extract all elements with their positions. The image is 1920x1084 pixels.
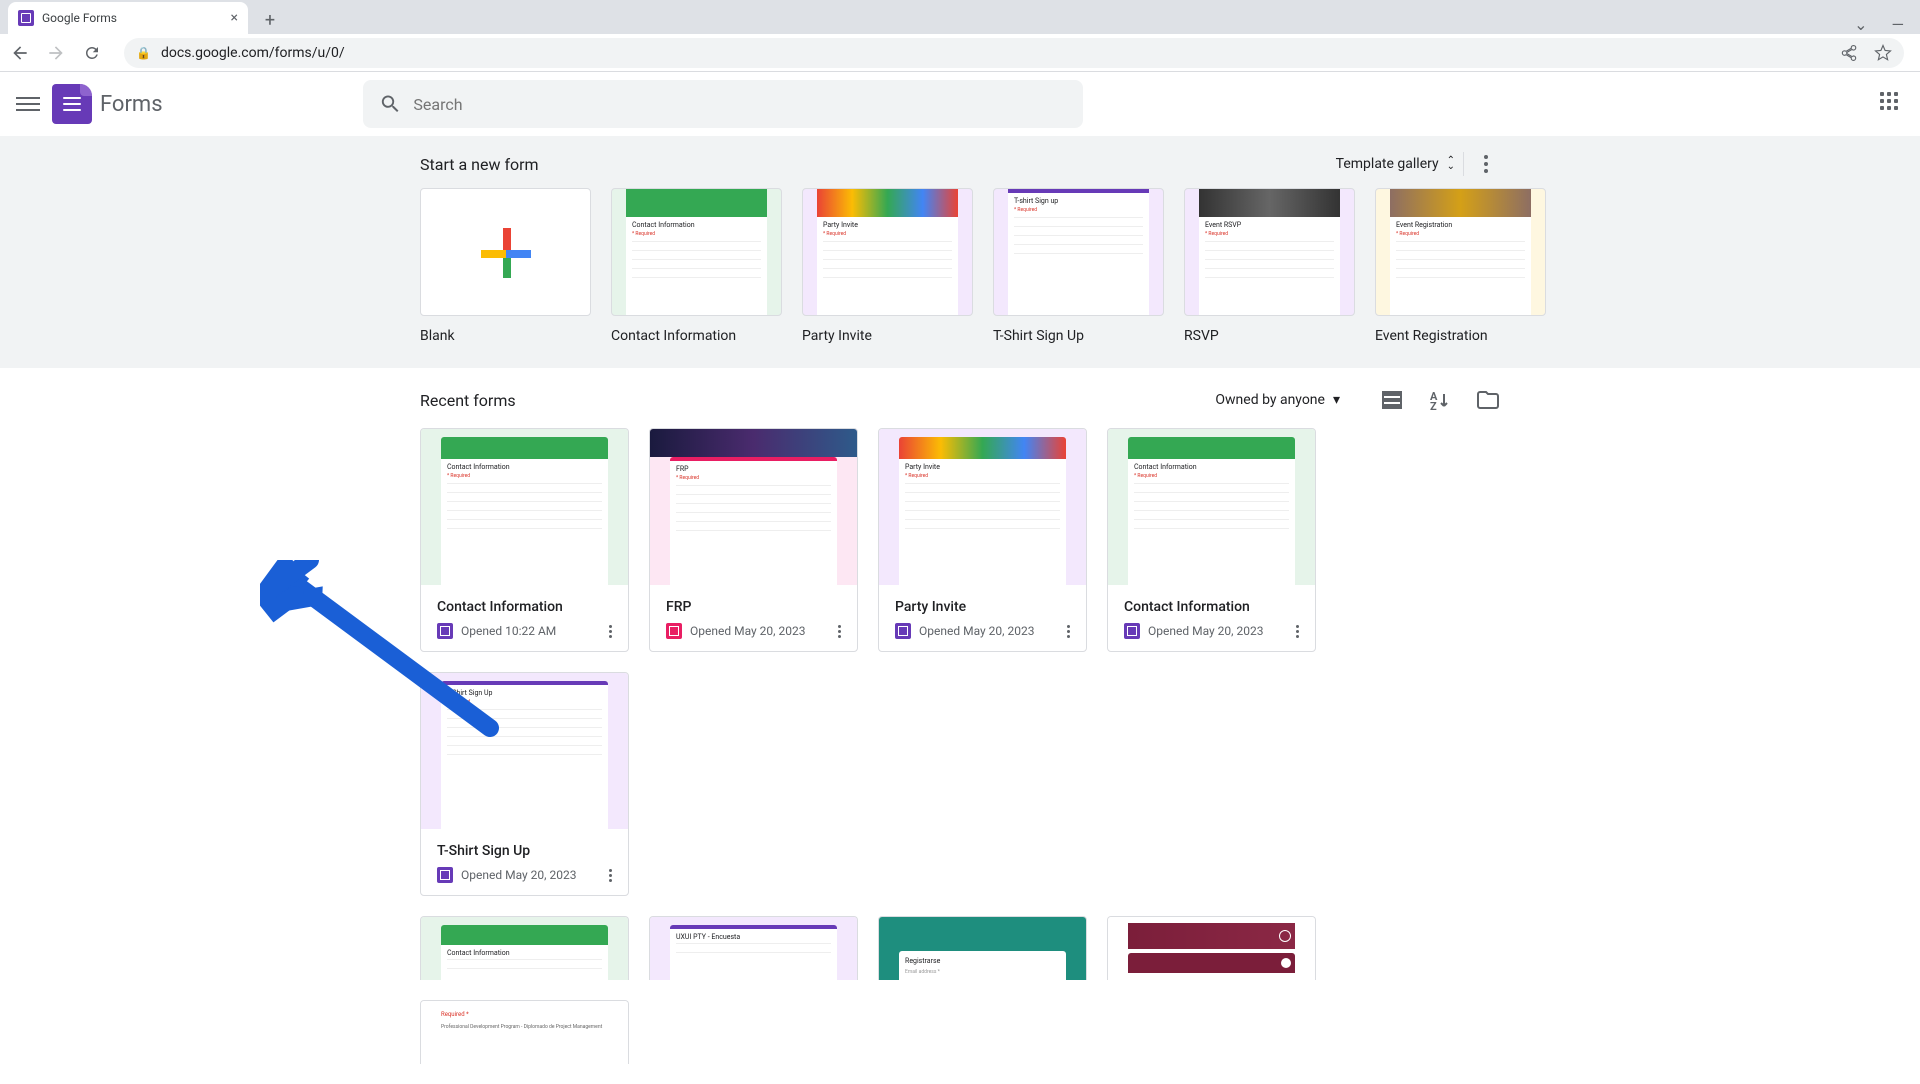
back-button[interactable]	[8, 41, 32, 65]
form-type-icon	[437, 623, 453, 639]
form-title: Contact Information	[1124, 599, 1299, 615]
form-more-button[interactable]	[838, 625, 841, 638]
templates-more-button[interactable]	[1472, 155, 1500, 173]
form-date: Opened 10:22 AM	[461, 624, 601, 638]
search-input[interactable]	[413, 95, 1066, 114]
forward-button[interactable]	[44, 41, 68, 65]
template-label: Event Registration	[1375, 328, 1546, 344]
form-date: Opened May 20, 2023	[690, 624, 830, 638]
template-label: T-Shirt Sign Up	[993, 328, 1164, 344]
sort-button[interactable]: AZ	[1428, 388, 1452, 412]
new-tab-button[interactable]: +	[256, 6, 284, 34]
form-more-button[interactable]	[609, 625, 612, 638]
search-icon	[379, 92, 402, 116]
expand-icon: ⌃⌄	[1447, 158, 1455, 170]
recent-form-card[interactable]: UXUI PTY - Encuesta	[649, 916, 858, 980]
app-header: Forms	[0, 72, 1920, 136]
url-text: docs.google.com/forms/u/0/	[161, 45, 345, 61]
owner-filter-dropdown[interactable]: Owned by anyone ▾	[1215, 392, 1340, 408]
template-card[interactable]: Event RSVP* RequiredRSVP	[1184, 188, 1355, 344]
form-date: Opened May 20, 2023	[919, 624, 1059, 638]
main-menu-button[interactable]	[16, 92, 40, 116]
form-date: Opened May 20, 2023	[1148, 624, 1288, 638]
form-title: FRP	[666, 599, 841, 615]
recent-form-card[interactable]: Contact Information * Required Contact I…	[420, 428, 629, 652]
share-icon[interactable]	[1840, 44, 1858, 62]
recent-form-card[interactable]: FRP * Required FRP Opened May 20, 2023	[649, 428, 858, 652]
reload-button[interactable]	[80, 41, 104, 65]
browser-chrome: Google Forms × + ⌄ — 🔒 docs.google.com/f…	[0, 0, 1920, 72]
svg-text:Z: Z	[1430, 400, 1437, 412]
form-type-icon	[437, 867, 453, 883]
template-label: Party Invite	[802, 328, 973, 344]
recent-form-card[interactable]: Required *Professional Development Progr…	[420, 1000, 629, 1064]
form-title: Party Invite	[895, 599, 1070, 615]
form-title: T-Shirt Sign Up	[437, 843, 612, 859]
form-more-button[interactable]	[609, 869, 612, 882]
recent-form-card[interactable]: Party Invite * Required Party Invite Ope…	[878, 428, 1087, 652]
folder-button[interactable]	[1476, 388, 1500, 412]
app-name: Forms	[100, 92, 163, 117]
tab-strip: Google Forms × + ⌄ —	[0, 0, 1920, 34]
form-type-icon	[666, 623, 682, 639]
recent-form-card[interactable]: Contact Information	[420, 916, 629, 980]
template-label: RSVP	[1184, 328, 1355, 344]
template-label: Blank	[420, 328, 591, 344]
form-title: Contact Information	[437, 599, 612, 615]
lock-icon: 🔒	[136, 46, 151, 60]
form-more-button[interactable]	[1067, 625, 1070, 638]
recent-form-card[interactable]: T-Shirt Sign Up * Required T-Shirt Sign …	[420, 672, 629, 896]
browser-tab[interactable]: Google Forms ×	[8, 2, 248, 34]
form-date: Opened May 20, 2023	[461, 868, 601, 882]
template-card[interactable]: Party Invite* RequiredParty Invite	[802, 188, 973, 344]
recent-section: Recent forms Owned by anyone ▾ AZ	[0, 368, 1920, 1084]
close-tab-icon[interactable]: ×	[231, 10, 238, 26]
recent-heading: Recent forms	[420, 391, 516, 410]
tabs-dropdown-icon[interactable]: ⌄	[1854, 15, 1867, 34]
template-card[interactable]: Blank	[420, 188, 591, 344]
template-label: Contact Information	[611, 328, 782, 344]
minimize-icon[interactable]: —	[1892, 15, 1905, 34]
window-controls: ⌄ —	[1854, 15, 1920, 34]
url-bar: 🔒 docs.google.com/forms/u/0/	[0, 34, 1920, 72]
forms-favicon-icon	[18, 10, 34, 26]
tab-title: Google Forms	[42, 11, 117, 25]
template-card[interactable]: T-shirt Sign up* RequiredT-Shirt Sign Up	[993, 188, 1164, 344]
forms-logo-icon[interactable]	[52, 84, 92, 124]
bookmark-icon[interactable]	[1874, 44, 1892, 62]
address-bar[interactable]: 🔒 docs.google.com/forms/u/0/	[124, 38, 1904, 68]
list-view-button[interactable]	[1380, 388, 1404, 412]
dropdown-icon: ▾	[1333, 392, 1340, 408]
google-apps-button[interactable]	[1880, 92, 1904, 116]
form-type-icon	[895, 623, 911, 639]
recent-form-card[interactable]: Contact Information * Required Contact I…	[1107, 428, 1316, 652]
recent-form-card[interactable]	[1107, 916, 1316, 980]
templates-heading: Start a new form	[420, 155, 539, 174]
form-more-button[interactable]	[1296, 625, 1299, 638]
recent-form-card[interactable]: RegistrarseEmail address *	[878, 916, 1087, 980]
template-card[interactable]: Contact Information* RequiredContact Inf…	[611, 188, 782, 344]
search-box[interactable]	[363, 80, 1083, 128]
templates-section: Start a new form Template gallery ⌃⌄ Bla…	[0, 136, 1920, 368]
template-gallery-button[interactable]: Template gallery ⌃⌄	[1336, 156, 1455, 172]
template-card[interactable]: Event Registration* RequiredEvent Regist…	[1375, 188, 1546, 344]
form-type-icon	[1124, 623, 1140, 639]
